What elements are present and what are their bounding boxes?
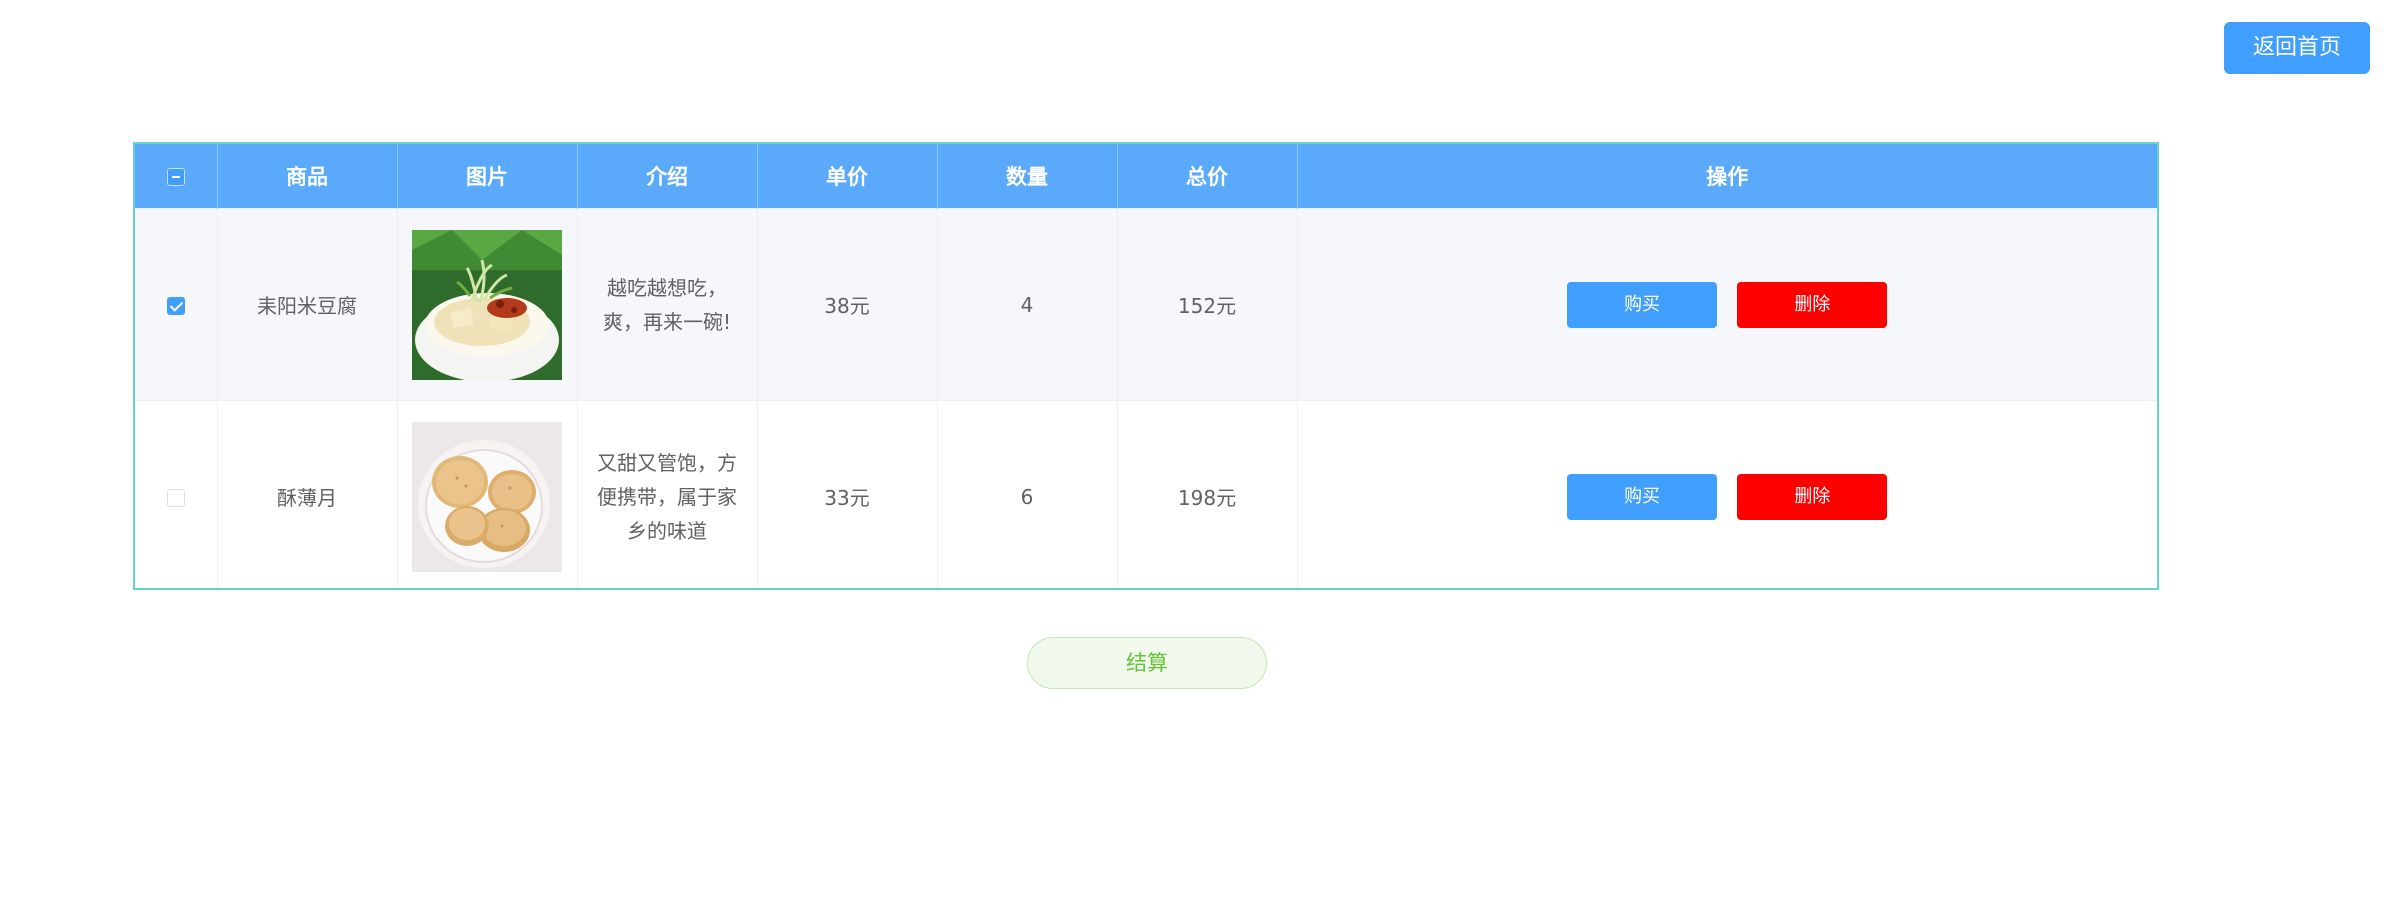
cart-table: 商品 图片 介绍 单价 数量 总价 操作 耒阳米豆腐 越吃越想吃，爽，再来一碗!…	[133, 142, 2159, 590]
buy-button[interactable]: 购买	[1567, 281, 1718, 328]
table-row: 耒阳米豆腐 越吃越想吃，爽，再来一碗! 38元 4 152元 购买 删除	[135, 208, 2157, 401]
actions-cell: 购买 删除	[1297, 400, 2157, 588]
column-header-actions: 操作	[1297, 144, 2157, 209]
column-header-intro: 介绍	[577, 144, 758, 209]
product-intro-cell: 又甜又管饱，方便携带，属于家乡的味道	[577, 400, 758, 588]
total-price: 152元	[1117, 208, 1298, 401]
row-checkbox[interactable]	[166, 489, 185, 507]
quantity: 6	[937, 400, 1118, 588]
buy-button[interactable]: 购买	[1567, 473, 1718, 520]
product-name: 耒阳米豆腐	[217, 208, 398, 401]
unit-price: 38元	[757, 208, 938, 401]
column-header-product: 商品	[217, 144, 398, 209]
product-intro: 越吃越想吃，爽，再来一碗!	[602, 275, 732, 334]
mooncake-biscuit-image	[412, 421, 562, 572]
row-select-cell	[135, 208, 218, 401]
quantity: 4	[937, 208, 1118, 401]
product-image-cell	[397, 208, 578, 401]
table-row: 酥薄月 又甜又管饱，方便携带，属于家乡的味道 33元 6 198元 购买 删除	[135, 400, 2157, 588]
column-header-quantity: 数量	[937, 144, 1118, 209]
home-button[interactable]: 返回首页	[2224, 22, 2370, 74]
unit-price: 33元	[757, 400, 938, 588]
product-intro: 又甜又管饱，方便携带，属于家乡的味道	[597, 450, 737, 543]
rice-tofu-dish-image	[412, 229, 562, 382]
row-checkbox[interactable]	[166, 297, 185, 315]
select-all-cell	[135, 144, 218, 209]
select-all-checkbox[interactable]	[166, 168, 185, 186]
total-price: 198元	[1117, 400, 1298, 588]
table-header-row: 商品 图片 介绍 单价 数量 总价 操作	[135, 144, 2157, 209]
checkout-button[interactable]: 结算	[1027, 637, 1267, 689]
delete-button[interactable]: 删除	[1737, 473, 1888, 520]
actions-cell: 购买 删除	[1297, 208, 2157, 401]
column-header-total: 总价	[1117, 144, 1298, 209]
page: 返回首页 商品 图片 介绍 单价 数量 总价 操作 耒阳米豆腐 越吃越想吃，爽，…	[0, 0, 2391, 903]
row-select-cell	[135, 400, 218, 588]
delete-button[interactable]: 删除	[1737, 281, 1888, 328]
product-name: 酥薄月	[217, 400, 398, 588]
product-image-cell	[397, 400, 578, 588]
product-intro-cell: 越吃越想吃，爽，再来一碗!	[577, 208, 758, 401]
column-header-unit-price: 单价	[757, 144, 938, 209]
column-header-image: 图片	[397, 144, 578, 209]
